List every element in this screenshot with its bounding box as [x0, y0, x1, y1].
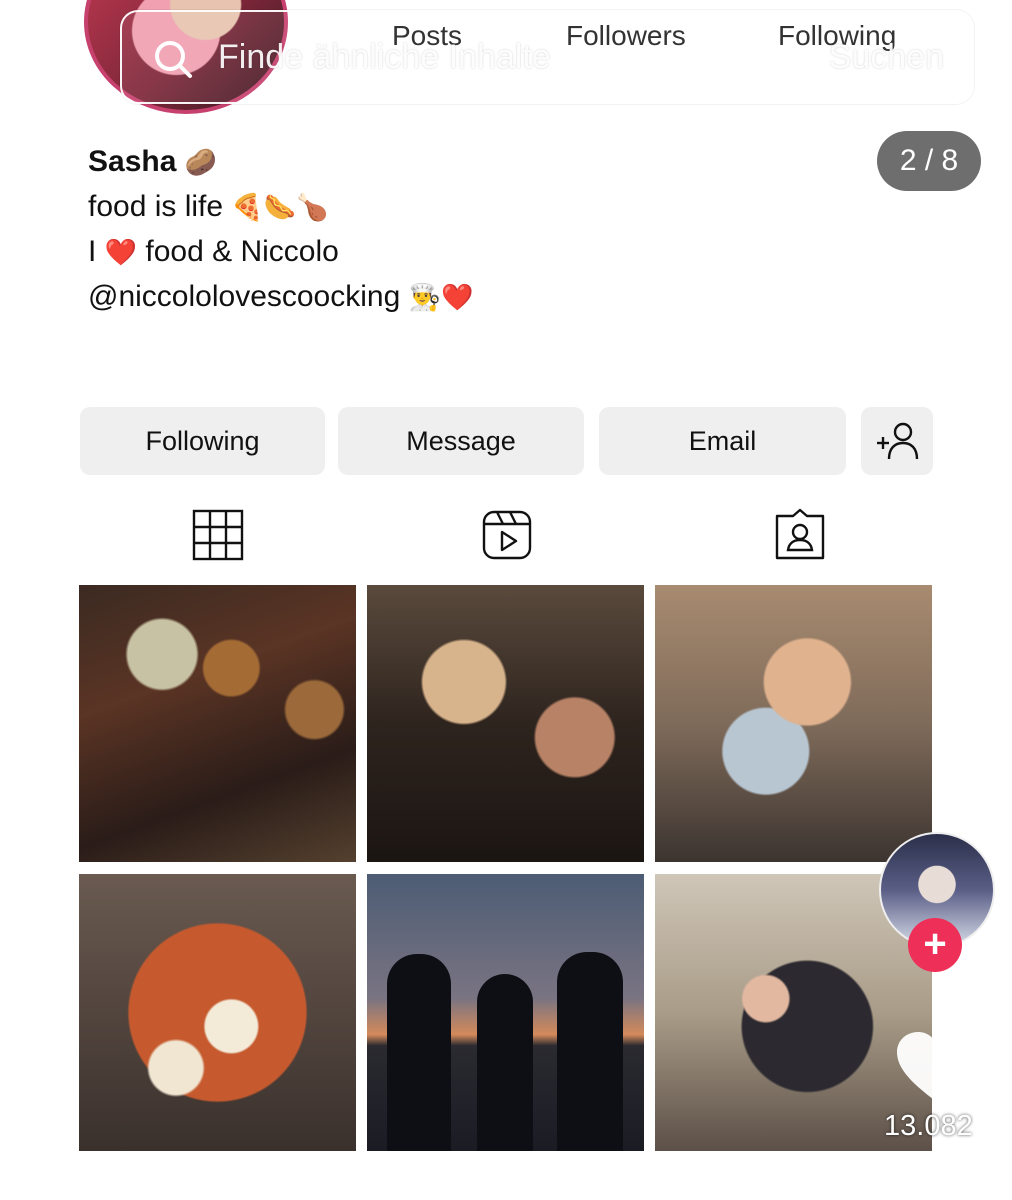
add-user-icon: [877, 422, 919, 460]
bio-line-1: food is life 🍕🌭🍗: [88, 185, 473, 230]
heart-icon[interactable]: [895, 1030, 979, 1106]
grid-post-kitchen-hug[interactable]: [655, 585, 932, 862]
grid-post-couple-laughing[interactable]: [367, 585, 644, 862]
heart-emoji: ❤️: [104, 238, 138, 268]
profile-name: Sasha: [88, 145, 177, 178]
bio-line-2-text: food & Niccolo: [145, 235, 339, 268]
grid-post-pizza[interactable]: [79, 874, 356, 1151]
image-counter-badge: 2 / 8: [877, 131, 981, 191]
email-button[interactable]: Email: [599, 407, 846, 475]
food-emojis: 🍕🌭🍗: [231, 193, 329, 223]
search-icon: [155, 41, 192, 78]
potato-emoji: 🥔: [184, 148, 218, 178]
silhouette-person-left: [387, 954, 451, 1151]
tagged-icon[interactable]: [773, 508, 827, 562]
bio-name-line: Sasha 🥔: [88, 140, 473, 185]
bio-line-2: I ❤️ food & Niccolo: [88, 230, 473, 275]
silhouette-person-right: [557, 952, 623, 1151]
silhouette-person-middle: [477, 974, 533, 1151]
search-input[interactable]: Finde ähnliche Inhalte: [218, 38, 551, 77]
reels-icon[interactable]: [480, 508, 534, 562]
bio-mention-link[interactable]: @niccololovescoocking: [88, 280, 400, 313]
post-grid: [79, 585, 933, 1151]
grid-post-sunset-silhouettes[interactable]: [367, 874, 644, 1151]
message-button[interactable]: Message: [338, 407, 584, 475]
bio-line-1-text: food is life: [88, 190, 224, 223]
grid-post-food-platter[interactable]: [79, 585, 356, 862]
follow-plus-button[interactable]: +: [908, 918, 962, 972]
search-bar[interactable]: Finde ähnliche Inhalte Suchen: [120, 10, 974, 104]
chef-heart-emojis: 👨‍🍳❤️: [408, 283, 474, 313]
bio-line-3: @niccololovescoocking 👨‍🍳❤️: [88, 275, 473, 320]
profile-bio: Sasha 🥔 food is life 🍕🌭🍗 I ❤️ food & Nic…: [88, 140, 473, 320]
following-button[interactable]: Following: [80, 407, 325, 475]
grid-icon[interactable]: [191, 508, 245, 562]
like-count: 13.082: [884, 1110, 973, 1142]
back-arrow-icon[interactable]: [36, 30, 76, 84]
bio-line-2-prefix: I: [88, 235, 97, 268]
search-submit-button[interactable]: Suchen: [829, 38, 944, 77]
suggested-accounts-button[interactable]: [861, 407, 933, 475]
